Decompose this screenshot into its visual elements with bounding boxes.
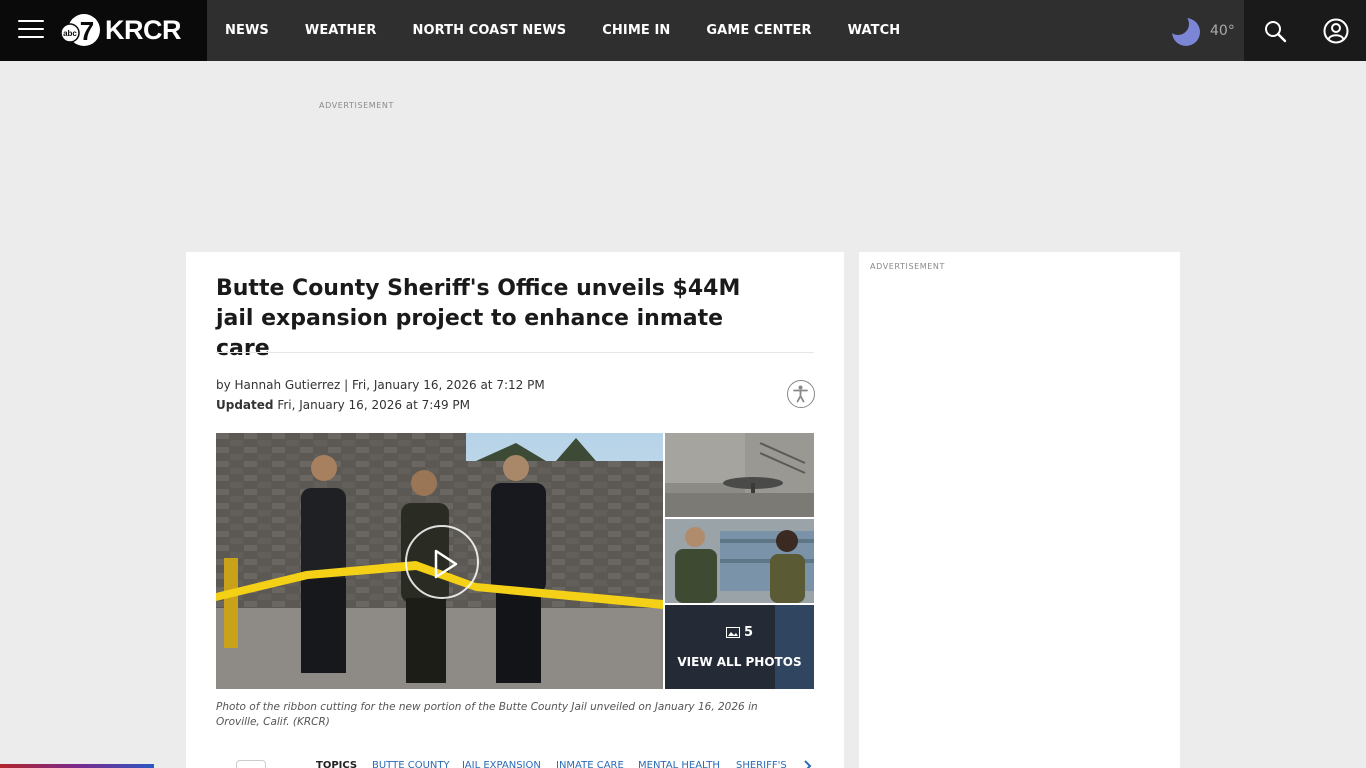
weather-widget[interactable]: 40°	[1167, 13, 1235, 48]
nav-watch[interactable]: WATCH	[848, 23, 901, 38]
author-date: by Hannah Gutierrez | Fri, January 16, 2…	[216, 378, 545, 392]
search-icon	[1264, 20, 1286, 42]
chevron-right-icon[interactable]	[804, 760, 812, 768]
site-logo[interactable]: 7 abc KRCR	[60, 13, 182, 47]
topic-tag[interactable]: SHERIFF'S	[736, 760, 787, 768]
divider	[216, 352, 814, 353]
photo-count: 5	[665, 625, 814, 640]
article-card: Butte County Sheriff's Office unveils $4…	[186, 252, 844, 768]
site-header: 7 abc KRCR NEWS WEATHER NORTH COAST NEWS…	[0, 0, 1366, 61]
jail-exterior-image	[665, 605, 814, 689]
primary-nav: NEWS WEATHER NORTH COAST NEWS CHIME IN G…	[207, 0, 918, 61]
topics-label: TOPICS	[316, 760, 358, 768]
ad-label-side: ADVERTISEMENT	[870, 262, 946, 271]
topic-tag[interactable]: MENTAL HEALTH	[638, 760, 720, 768]
nav-north-coast-news[interactable]: NORTH COAST NEWS	[413, 23, 567, 38]
photo-caption: Photo of the ribbon cutting for the new …	[216, 701, 758, 728]
play-video-button[interactable]	[405, 525, 479, 599]
topic-tag[interactable]: INMATE CARE	[556, 760, 624, 768]
topic-tag[interactable]: JAIL EXPANSION	[462, 760, 541, 768]
view-all-photos-link[interactable]: VIEW ALL PHOTOS	[665, 655, 814, 669]
reading-progress-bar	[0, 764, 154, 768]
account-button[interactable]	[1305, 0, 1366, 61]
abc7-logo-icon: 7 abc	[60, 13, 102, 47]
logo-wordmark: KRCR	[105, 14, 182, 45]
topics-row: TOPICS BUTTE COUNTY JAIL EXPANSION INMAT…	[216, 758, 814, 768]
nav-news[interactable]: NEWS	[225, 23, 269, 38]
updated-line: Updated Fri, January 16, 2026 at 7:49 PM	[216, 395, 545, 415]
nav-chime-in[interactable]: CHIME IN	[602, 23, 670, 38]
temperature: 40°	[1210, 23, 1235, 39]
jail-dayroom-image	[665, 433, 814, 517]
play-icon	[434, 549, 458, 579]
gallery-thumbnail-1[interactable]	[665, 433, 814, 517]
gallery-icon	[725, 627, 740, 638]
accessibility-icon	[793, 385, 808, 403]
updated-time: Fri, January 16, 2026 at 7:49 PM	[273, 398, 471, 412]
nav-game-center[interactable]: GAME CENTER	[706, 23, 811, 38]
nav-weather[interactable]: WEATHER	[305, 23, 377, 38]
gallery-thumbnail-2[interactable]	[665, 519, 814, 603]
updated-label: Updated	[216, 398, 274, 412]
moon-icon	[1167, 13, 1202, 47]
deputy-interview-image	[665, 519, 814, 603]
gallery-thumbnail-3[interactable]: 5 VIEW ALL PHOTOS	[665, 605, 814, 689]
search-button[interactable]	[1244, 0, 1305, 61]
menu-icon[interactable]	[18, 20, 44, 40]
topic-tag[interactable]: BUTTE COUNTY	[372, 760, 450, 768]
comments-toggle[interactable]	[236, 760, 266, 768]
ad-label-top: ADVERTISEMENT	[319, 101, 395, 110]
byline: by Hannah Gutierrez | Fri, January 16, 2…	[216, 375, 545, 415]
svg-text:abc: abc	[63, 29, 77, 38]
article-headline: Butte County Sheriff's Office unveils $4…	[216, 276, 741, 361]
main-video-photo[interactable]	[216, 433, 663, 689]
brand-area: 7 abc KRCR	[0, 0, 207, 61]
sidebar-ad: ADVERTISEMENT	[859, 252, 1180, 768]
user-icon	[1323, 18, 1348, 43]
accessibility-button[interactable]	[787, 380, 815, 408]
svg-text:7: 7	[80, 16, 94, 46]
